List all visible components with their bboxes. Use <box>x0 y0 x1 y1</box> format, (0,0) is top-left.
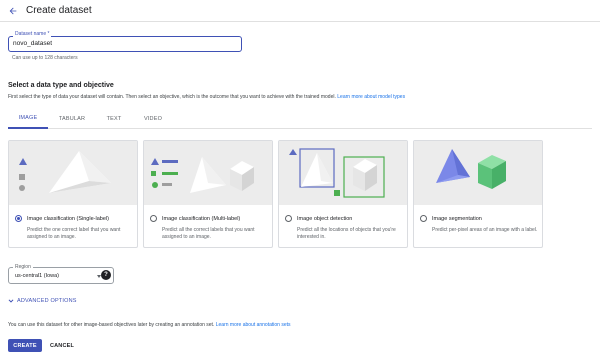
advanced-options-label: ADVANCED OPTIONS <box>17 298 77 304</box>
single-label-radio[interactable] <box>15 215 22 222</box>
page-title: Create dataset <box>26 5 92 16</box>
top-bar: Create dataset <box>0 0 600 22</box>
single-label-description: Predict the one correct label that you w… <box>27 227 121 240</box>
learn-more-model-types-link[interactable]: Learn more about model types <box>337 94 405 100</box>
learn-more-annotation-sets-link[interactable]: Learn more about annotation sets <box>216 322 291 328</box>
tab-text[interactable]: TEXT <box>96 109 132 129</box>
segmentation-option[interactable]: Image segmentation <box>420 215 482 222</box>
region-label: Region <box>13 264 33 270</box>
help-icon[interactable]: ? <box>101 270 111 280</box>
region-value: us-central1 (Iowa) <box>15 273 60 279</box>
object-detection-description: Predict all the locations of objects tha… <box>297 227 396 240</box>
multi-label-option[interactable]: Image classification (Multi-label) <box>150 215 240 222</box>
multi-label-label: Image classification (Multi-label) <box>162 215 241 222</box>
annotation-note-text: You can use this dataset for other image… <box>8 322 215 328</box>
dataset-name-label: Dataset name * <box>13 31 52 38</box>
tab-video[interactable]: VIDEO <box>136 109 170 129</box>
tab-image[interactable]: IMAGE <box>8 109 48 129</box>
multi-label-radio[interactable] <box>150 215 157 222</box>
segmentation-description: Predict per-pixel areas of an image with… <box>432 227 538 233</box>
dataset-name-field[interactable]: Dataset name * <box>8 31 242 52</box>
dataset-name-input[interactable] <box>13 40 233 47</box>
cancel-button[interactable]: CANCEL <box>44 339 80 352</box>
card-segmentation[interactable]: Image segmentation Predict per-pixel are… <box>413 140 543 248</box>
object-detection-option[interactable]: Image object detection <box>285 215 352 222</box>
single-label-label: Image classification (Single-label) <box>27 215 109 222</box>
segmentation-illustration <box>414 141 542 205</box>
card-multi-label[interactable]: Image classification (Multi-label) Predi… <box>143 140 273 248</box>
create-button[interactable]: CREATE <box>8 339 42 352</box>
object-detection-radio[interactable] <box>285 215 292 222</box>
tab-tabular[interactable]: TABULAR <box>52 109 92 129</box>
advanced-options-toggle[interactable]: ADVANCED OPTIONS <box>8 298 77 304</box>
single-label-option[interactable]: Image classification (Single-label) <box>15 215 109 222</box>
segmentation-radio[interactable] <box>420 215 427 222</box>
segmentation-label: Image segmentation <box>432 215 482 222</box>
card-object-detection[interactable]: Image object detection Predict all the l… <box>278 140 408 248</box>
multi-label-description: Predict all the correct labels that you … <box>162 227 255 240</box>
region-select[interactable]: Region us-central1 (Iowa) <box>8 264 114 284</box>
object-detection-label: Image object detection <box>297 215 353 222</box>
card-single-label[interactable]: Image classification (Single-label) Pred… <box>8 140 138 248</box>
section-description: First select the type of data your datas… <box>8 94 405 100</box>
description-text: First select the type of data your datas… <box>8 94 336 100</box>
back-arrow-icon[interactable] <box>2 0 24 22</box>
multi-label-illustration <box>144 141 272 205</box>
section-title: Select a data type and objective <box>8 82 114 89</box>
object-detection-illustration <box>279 141 407 205</box>
single-label-illustration <box>9 141 137 205</box>
annotation-note: You can use this dataset for other image… <box>8 322 291 328</box>
data-type-tabs: IMAGE TABULAR TEXT VIDEO <box>8 109 592 129</box>
dataset-name-hint: Can use up to 128 characters <box>12 55 78 61</box>
chevron-down-icon <box>8 299 14 303</box>
